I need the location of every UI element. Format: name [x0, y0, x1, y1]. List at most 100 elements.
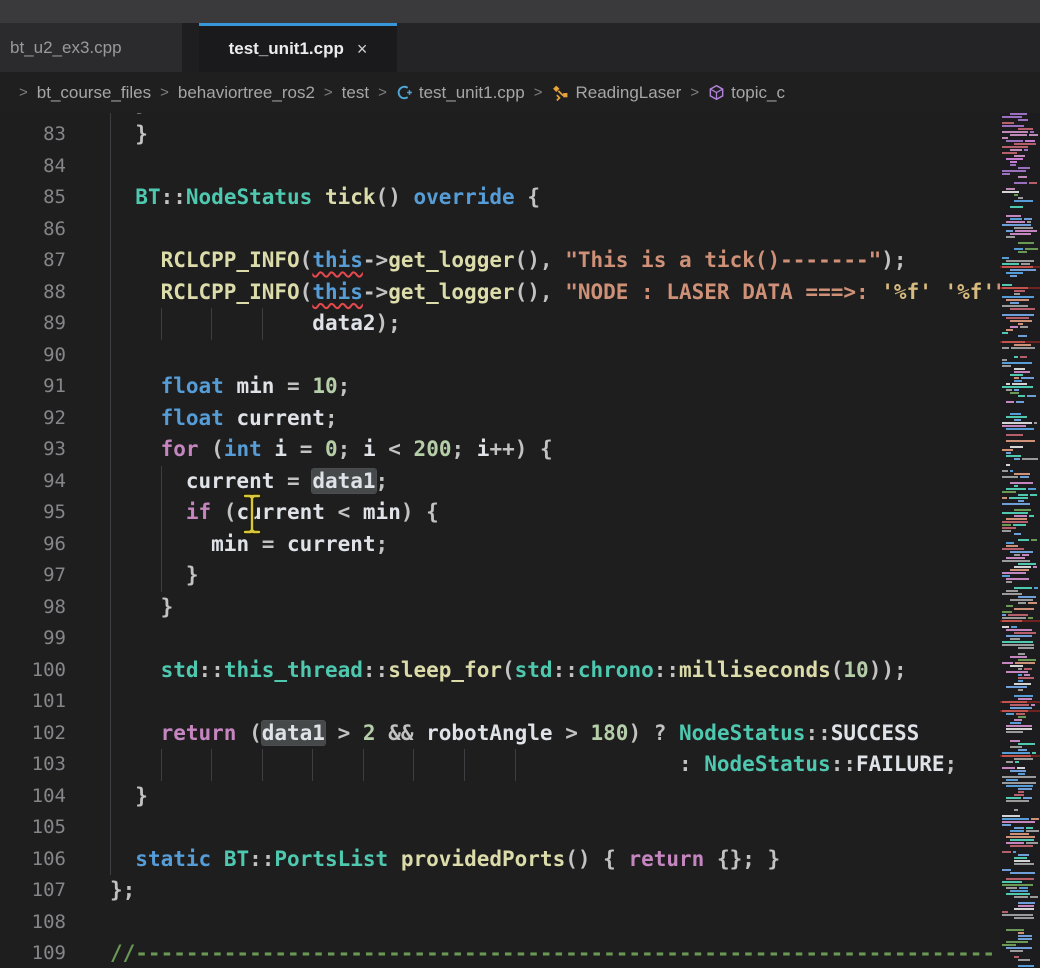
- minimap-line: [1030, 131, 1034, 133]
- minimap-line: [1010, 830, 1024, 832]
- minimap-line: [1014, 227, 1033, 229]
- code-line[interactable]: 86: [0, 214, 1000, 246]
- code-line[interactable]: 83 }: [0, 119, 1000, 151]
- code-line[interactable]: 85 BT::NodeStatus tick() override {: [0, 182, 1000, 214]
- minimap-line: [1018, 176, 1027, 178]
- minimap-line: [1014, 143, 1036, 145]
- minimap-line: [1022, 458, 1038, 460]
- minimap-line: [1014, 293, 1020, 295]
- breadcrumb-item-topic-c[interactable]: topic_c: [708, 83, 785, 103]
- minimap-line: [1002, 560, 1030, 562]
- minimap-line: [1002, 224, 1031, 226]
- minimap-line: [1002, 152, 1017, 154]
- minimap-line: [1014, 956, 1019, 958]
- breadcrumb-item-test[interactable]: test: [342, 83, 369, 103]
- minimap-line: [1006, 800, 1029, 802]
- line-number: 106: [0, 844, 66, 876]
- minimap-line: [1014, 248, 1023, 250]
- minimap-line: [1018, 935, 1032, 937]
- breadcrumb-item-readinglaser[interactable]: ReadingLaser: [551, 83, 681, 103]
- code-line[interactable]: 100 std::this_thread::sleep_for(std::chr…: [0, 655, 1000, 687]
- minimap-line: [1002, 503, 1030, 505]
- code-line[interactable]: 107};: [0, 875, 1000, 907]
- minimap-line: [1006, 452, 1011, 454]
- tab-separator: [182, 23, 199, 72]
- minimap-line: [1018, 647, 1034, 649]
- code-line[interactable]: 88 RCLCPP_INFO(this->get_logger(), "NODE…: [0, 277, 1000, 309]
- minimap-line: [1027, 221, 1031, 223]
- minimap-line: [1010, 161, 1017, 163]
- code-line[interactable]: 89 data2);: [0, 308, 1000, 340]
- minimap-line: [1010, 665, 1023, 667]
- code-line[interactable]: 94 current = data1;: [0, 466, 1000, 498]
- minimap-line: [1014, 380, 1022, 382]
- minimap-line: [1010, 206, 1023, 208]
- code-line[interactable]: 90: [0, 340, 1000, 372]
- code-line[interactable]: 84: [0, 151, 1000, 183]
- minimap-line: [1002, 548, 1024, 550]
- minimap-line: [1006, 140, 1023, 142]
- code-line[interactable]: 109//-----------------------------------…: [0, 938, 1000, 968]
- breadcrumb-item-behaviortree-ros2[interactable]: behaviortree_ros2: [178, 83, 315, 103]
- code-line[interactable]: 108: [0, 907, 1000, 939]
- minimap-line: [1014, 155, 1025, 157]
- line-number: 105: [0, 812, 66, 844]
- minimap-line: [1010, 950, 1023, 952]
- breadcrumb-item-test-unit1-cpp[interactable]: test_unit1.cpp: [396, 83, 525, 103]
- minimap-line: [1021, 377, 1033, 379]
- minimap-line: [1018, 602, 1026, 604]
- minimap-line: [1014, 473, 1030, 475]
- line-number: 88: [0, 277, 66, 309]
- code-line[interactable]: 106 static BT::PortsList providedPorts()…: [0, 844, 1000, 876]
- code-line[interactable]: 92 float current;: [0, 403, 1000, 435]
- code-line[interactable]: 87 RCLCPP_INFO(this->get_logger(), "This…: [0, 245, 1000, 277]
- minimap-line: [1014, 809, 1018, 811]
- minimap-line: [1018, 323, 1023, 325]
- minimap-line: [1010, 551, 1033, 553]
- code-line[interactable]: 102 return (data1 > 2 && robotAngle > 18…: [0, 718, 1000, 750]
- tab-test-unit1[interactable]: test_unit1.cpp ×: [199, 23, 397, 72]
- minimap-line: [1018, 965, 1034, 967]
- minimap-line: [1002, 476, 1018, 478]
- code-line[interactable]: 104 }: [0, 781, 1000, 813]
- minimap-line: [1013, 851, 1016, 853]
- minimap-line: [1002, 821, 1035, 823]
- code-line[interactable]: 96 min = current;: [0, 529, 1000, 561]
- code-line[interactable]: 99: [0, 623, 1000, 655]
- code-line[interactable]: 91 float min = 10;: [0, 371, 1000, 403]
- minimap-line: [1031, 539, 1037, 541]
- minimap-line: [1010, 599, 1033, 601]
- minimap[interactable]: [1000, 113, 1040, 968]
- code-line[interactable]: 105: [0, 812, 1000, 844]
- editor-code-area[interactable]: 82 } );83 }8485 BT::NodeStatus tick() ov…: [0, 113, 1000, 968]
- minimap-line: [1010, 233, 1031, 235]
- indent-guide: [110, 623, 111, 655]
- minimap-line: [1002, 710, 1028, 712]
- minimap-line: [1010, 446, 1023, 448]
- close-tab-icon[interactable]: ×: [357, 39, 368, 60]
- minimap-line: [1018, 659, 1036, 661]
- minimap-line: [1014, 290, 1025, 292]
- minimap-line: [1006, 329, 1013, 331]
- minimap-line: [1002, 620, 1022, 622]
- minimap-line: [1010, 302, 1019, 304]
- line-number: 94: [0, 466, 66, 498]
- minimap-line: [1033, 566, 1037, 568]
- breadcrumb-item-bt-course-files[interactable]: bt_course_files: [37, 83, 151, 103]
- minimap-line: [1002, 257, 1009, 259]
- breadcrumb: >bt_course_files>behaviortree_ros2>test>…: [0, 72, 1040, 113]
- line-number: 92: [0, 403, 66, 435]
- code-line[interactable]: 97 }: [0, 560, 1000, 592]
- minimap-line: [1006, 731, 1023, 733]
- code-line[interactable]: 93 for (int i = 0; i < 200; i++) {: [0, 434, 1000, 466]
- code-line[interactable]: 95 if (current < min) {: [0, 497, 1000, 529]
- minimap-line: [1002, 263, 1019, 265]
- minimap-line: [1014, 896, 1028, 898]
- code-line[interactable]: 98 }: [0, 592, 1000, 624]
- code-line[interactable]: 101: [0, 686, 1000, 718]
- class-icon: [551, 84, 569, 101]
- minimap-line: [1014, 344, 1031, 346]
- tab-bt-u2-ex3[interactable]: bt_u2_ex3.cpp: [0, 23, 182, 72]
- code-line[interactable]: 103 : NodeStatus::FAILURE;: [0, 749, 1000, 781]
- line-number: 104: [0, 781, 66, 813]
